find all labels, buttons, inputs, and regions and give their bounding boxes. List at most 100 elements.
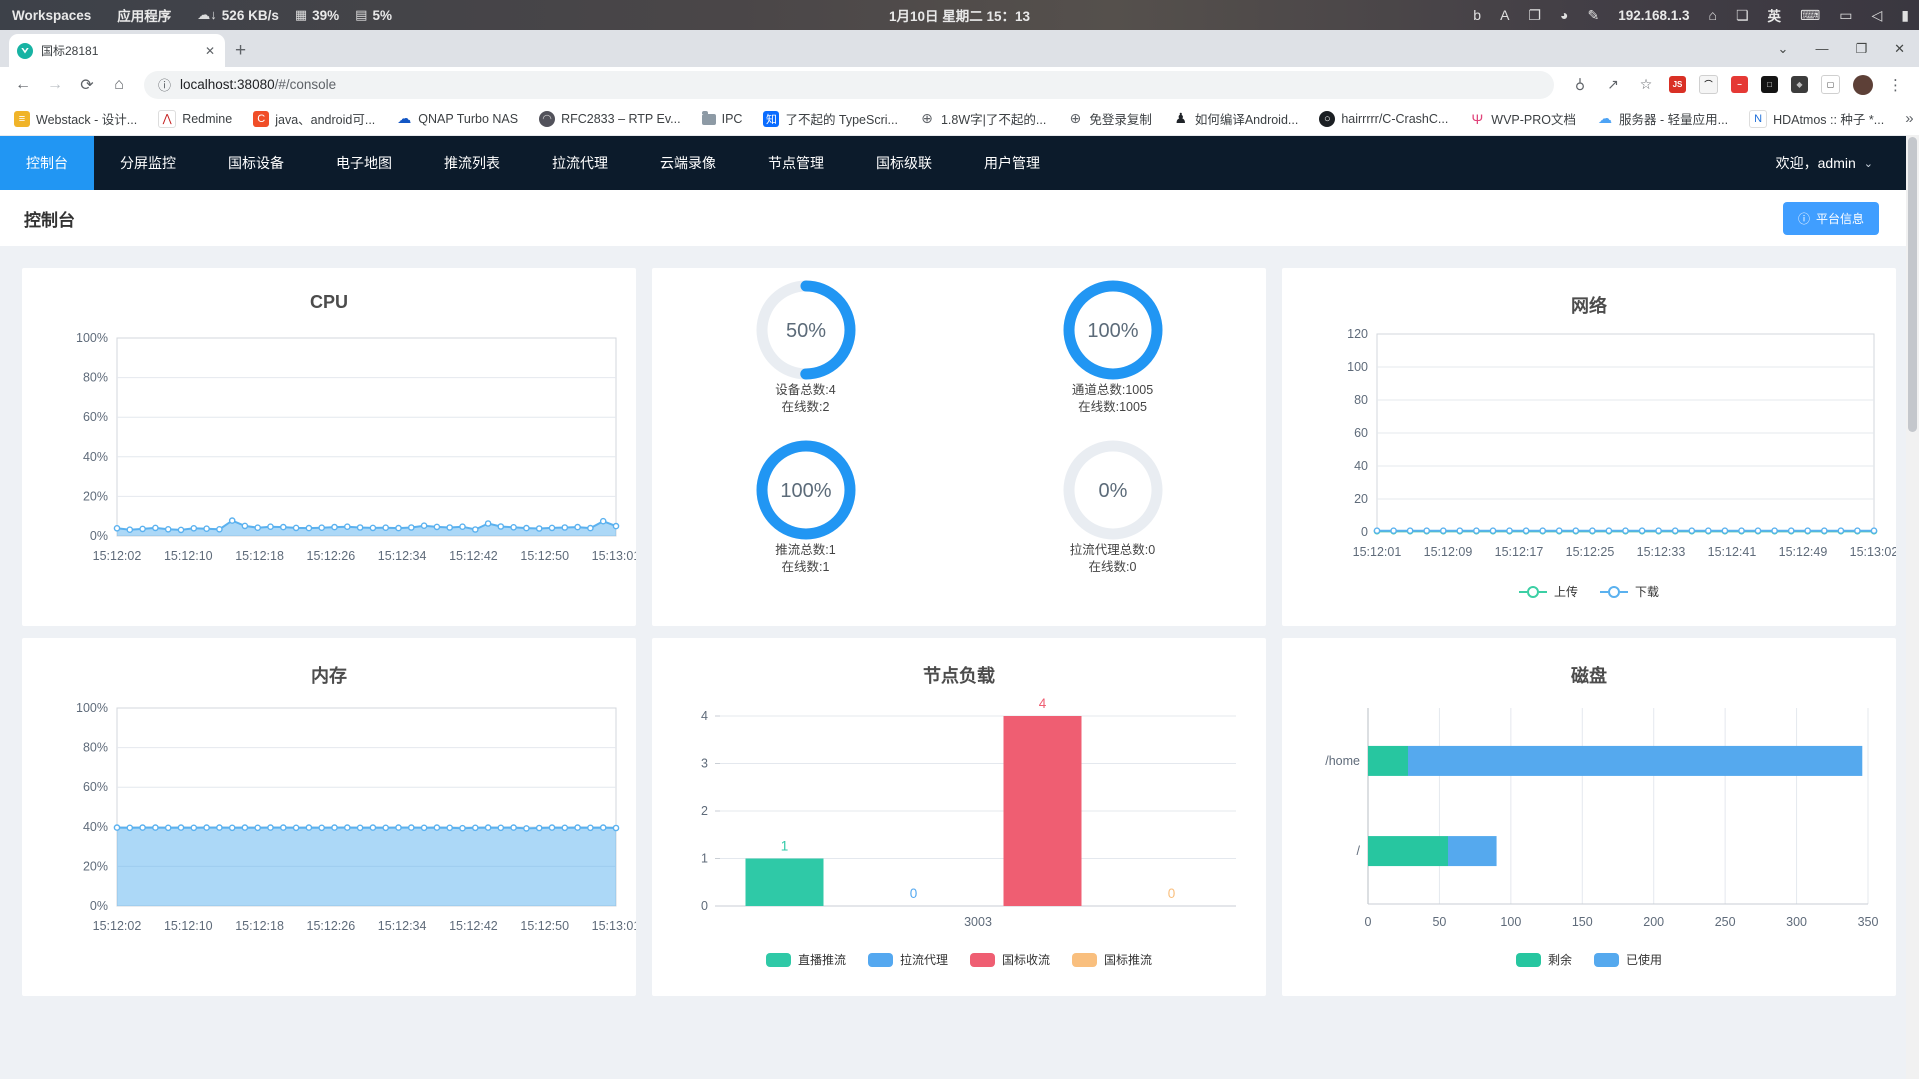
bing-icon[interactable]: b (1473, 7, 1481, 23)
bookmark-item[interactable]: ⋀ Redmine (158, 109, 232, 128)
ext-js-icon[interactable]: JS (1669, 76, 1686, 93)
ext-dark-icon[interactable]: ◆ (1791, 76, 1808, 93)
bookmark-label: Webstack - 设计... (36, 113, 138, 127)
bookmark-item[interactable]: Cjava、android可... (253, 109, 375, 128)
svg-text:15:12:33: 15:12:33 (1637, 545, 1686, 559)
workspaces-button[interactable]: Workspaces (12, 8, 91, 23)
reload-button[interactable]: ⟳ (74, 75, 100, 95)
bookmark-item[interactable]: ⊕ 免登录复制 (1067, 109, 1151, 128)
bookmark-item[interactable]: IPC (701, 111, 742, 126)
back-button[interactable]: ← (10, 76, 36, 94)
legend-item[interactable]: 剩余 (1515, 951, 1572, 968)
nav-item-4[interactable]: 电子地图 (310, 136, 418, 190)
node-load-card: 节点负载 0 1 2 3 4 1 0 4 0 3003 直播推流 拉流代理 国标收流 国标推流 (652, 638, 1266, 996)
scrollbar-thumb[interactable] (1908, 137, 1917, 432)
memory-chart-title: 内存 (311, 666, 347, 686)
keyboard-icon[interactable]: ⌨ (1800, 7, 1820, 24)
bookmark-star-icon[interactable]: ☆ (1636, 76, 1656, 93)
nav-item-6[interactable]: 拉流代理 (526, 136, 634, 190)
ring-online-label: 在线数:0 (1088, 560, 1137, 574)
svg-text:15:12:34: 15:12:34 (378, 549, 427, 563)
share-icon[interactable]: ↗ (1603, 76, 1623, 93)
nav-item-1[interactable]: 控制台 (0, 136, 94, 190)
ext-square-icon[interactable]: □ (1761, 76, 1778, 93)
svg-text:1: 1 (701, 852, 708, 866)
bookmark-item[interactable]: 知了不起的 TypeScri... (763, 109, 898, 128)
svg-text:0: 0 (1168, 886, 1176, 901)
platform-info-button[interactable]: ⓘ 平台信息 (1782, 201, 1879, 235)
bookmark-item[interactable]: ⊕ 1.8W字|了不起的... (919, 109, 1046, 128)
legend-item[interactable]: 下载 (1600, 583, 1659, 600)
legend-item[interactable]: 国标推流 (1072, 951, 1152, 968)
bookmarks-overflow-icon[interactable]: » (1905, 110, 1913, 127)
legend-item[interactable]: 直播推流 (765, 951, 846, 968)
legend-item[interactable]: 已使用 (1594, 951, 1662, 968)
legend-item[interactable]: 国标收流 (970, 951, 1050, 968)
bookmark-item[interactable]: ◠ RFC2833 – RTP Ev... (539, 110, 681, 127)
svg-text:0: 0 (910, 886, 918, 901)
battery-icon[interactable]: ▮ (1901, 7, 1909, 24)
nav-item-5[interactable]: 推流列表 (418, 136, 526, 190)
address-bar[interactable]: ⓘ localhost:38080/#/console (144, 70, 1554, 99)
minimize-button[interactable]: — (1815, 41, 1828, 56)
clipboard-icon[interactable]: ❐ (1528, 7, 1541, 24)
close-window-button[interactable]: ✕ (1894, 41, 1905, 57)
ext-hat-icon[interactable]: ⌒ (1699, 75, 1718, 94)
window-icon[interactable]: ▭ (1839, 7, 1852, 24)
tab-close-icon[interactable]: ✕ (203, 42, 217, 60)
legend-item[interactable]: 上传 (1518, 583, 1578, 600)
progress-ring: 100% 通道总数:1005 在线数:1005 (959, 278, 1266, 416)
ring-total-label: 拉流代理总数:0 (1069, 543, 1156, 557)
network-chart-title: 网络 (1571, 296, 1607, 316)
bookmark-item[interactable]: ♟ 如何编译Android... (1173, 109, 1299, 128)
restore-button[interactable]: ❐ (1855, 41, 1867, 57)
browser-tab[interactable]: 国标28181 ✕ (9, 34, 225, 67)
nav-item-8[interactable]: 节点管理 (742, 136, 850, 190)
nav-item-7[interactable]: 云端录像 (634, 136, 742, 190)
nav-item-10[interactable]: 用户管理 (958, 136, 1066, 190)
site-info-icon[interactable]: ⓘ (158, 75, 171, 94)
bookmark-favicon-icon: Ψ (1471, 110, 1484, 127)
bookmark-item[interactable]: ☁ 服务器 - 轻量应用... (1597, 109, 1728, 128)
cpu-chart: 0% 20% 40% 60% 80% 100% 15:12:02 15:12:10 15:12:… (76, 331, 636, 563)
tab-search-icon[interactable]: ⌄ (1778, 41, 1789, 57)
nav-item-2[interactable]: 分屏监控 (94, 136, 202, 190)
cpu-chart-title: CPU (309, 292, 348, 312)
ext-blocker-icon[interactable]: − (1731, 76, 1748, 93)
volume-muted-icon[interactable]: ◁ (1872, 7, 1883, 24)
screenshot-tool-icon[interactable]: ✎ (1587, 7, 1599, 24)
workspace-switcher-icon[interactable]: ❏ (1736, 7, 1749, 24)
forward-button[interactable]: → (42, 76, 68, 94)
app-indicator-icon[interactable]: ◕ (1560, 7, 1568, 23)
ip-address[interactable]: 192.168.1.3 (1618, 8, 1689, 23)
input-method-icon[interactable]: A (1500, 7, 1509, 23)
applications-button[interactable]: 应用程序 (117, 5, 171, 25)
browser-menu-icon[interactable]: ⋮ (1886, 76, 1905, 94)
network-icon[interactable]: ⌂ (1709, 7, 1717, 23)
bookmark-item[interactable]: ☁ QNAP Turbo NAS (396, 110, 518, 127)
input-language[interactable]: 英 (1768, 5, 1782, 25)
page-scrollbar[interactable] (1906, 135, 1919, 1079)
profile-avatar[interactable] (1853, 74, 1873, 95)
new-tab-button[interactable]: + (235, 40, 246, 62)
folder-icon (701, 111, 716, 125)
nav-item-9[interactable]: 国标级联 (850, 136, 958, 190)
bookmark-item[interactable]: ≡ Webstack - 设计... (14, 109, 137, 128)
bookmark-favicon-icon: ⋀ (158, 109, 177, 128)
svg-text:/home: /home (1325, 754, 1360, 768)
user-menu[interactable]: 欢迎，admin ⌄ (1776, 153, 1919, 173)
svg-text:40%: 40% (83, 820, 108, 834)
nav-item-3[interactable]: 国标设备 (202, 136, 310, 190)
svg-text:15:12:18: 15:12:18 (235, 919, 284, 933)
bookmark-item[interactable]: Ψ WVP-PRO文档 (1469, 109, 1576, 128)
legend-swatch-icon (1072, 952, 1098, 967)
network-speed-value: 526 KB/s (221, 7, 279, 23)
home-button[interactable]: ⌂ (106, 76, 132, 94)
bookmark-item[interactable]: ○ hairrrrr/C-CrashC... (1319, 110, 1448, 127)
bookmark-item[interactable]: N HDAtmos :: 种子 *... (1749, 109, 1884, 128)
svg-text:100%: 100% (76, 331, 108, 345)
page-title: 控制台 (24, 210, 75, 230)
legend-item[interactable]: 拉流代理 (867, 951, 948, 968)
ext-frame-icon[interactable]: ▢ (1821, 75, 1840, 94)
password-key-icon[interactable]: ⚲ (1570, 76, 1590, 93)
